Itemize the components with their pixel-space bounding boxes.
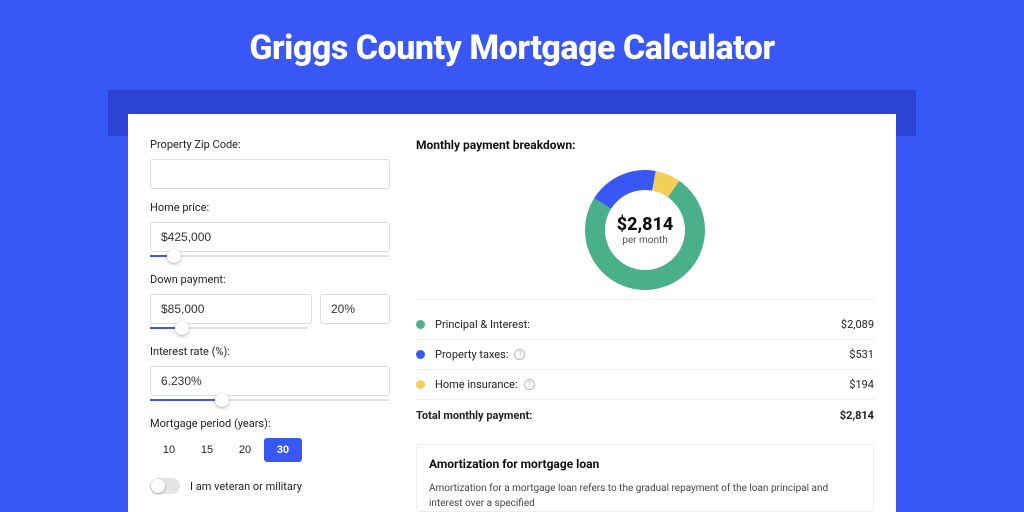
rate-input[interactable] bbox=[150, 366, 390, 396]
breakdown-column: Monthly payment breakdown: $2,814 per mo… bbox=[416, 138, 874, 512]
calculator-card: Property Zip Code: Home price: Down paym… bbox=[128, 114, 896, 512]
rate-field-group: Interest rate (%): bbox=[150, 345, 390, 405]
down-payment-slider[interactable] bbox=[150, 323, 308, 333]
total-value: $2,814 bbox=[840, 409, 874, 422]
down-payment-field-group: Down payment: bbox=[150, 273, 390, 333]
donut-amount: $2,814 bbox=[617, 214, 674, 235]
total-label: Total monthly payment: bbox=[416, 409, 532, 422]
breakdown-line-value: $2,089 bbox=[841, 318, 874, 331]
veteran-label: I am veteran or military bbox=[190, 480, 302, 493]
rate-label: Interest rate (%): bbox=[150, 345, 390, 358]
period-field-group: Mortgage period (years): 10152030 bbox=[150, 417, 390, 462]
slider-thumb-icon[interactable] bbox=[175, 321, 189, 335]
zip-label: Property Zip Code: bbox=[150, 138, 390, 151]
home-price-label: Home price: bbox=[150, 201, 390, 214]
legend-dot-icon bbox=[416, 380, 425, 389]
rate-slider[interactable] bbox=[150, 395, 390, 405]
breakdown-line-label: Home insurance: bbox=[435, 378, 518, 391]
zip-field-group: Property Zip Code: bbox=[150, 138, 390, 189]
period-button-30[interactable]: 30 bbox=[264, 438, 302, 462]
donut-chart: $2,814 per month bbox=[416, 160, 874, 300]
donut-sub: per month bbox=[622, 235, 668, 246]
breakdown-line: Property taxes:? $531 bbox=[416, 340, 874, 370]
period-button-20[interactable]: 20 bbox=[226, 438, 264, 462]
total-line: Total monthly payment: $2,814 bbox=[416, 400, 874, 430]
form-column: Property Zip Code: Home price: Down paym… bbox=[150, 138, 390, 512]
amortization-text: Amortization for a mortgage loan refers … bbox=[429, 481, 861, 511]
donut-ring: $2,814 per month bbox=[585, 170, 705, 290]
period-button-15[interactable]: 15 bbox=[188, 438, 226, 462]
breakdown-line-label: Property taxes: bbox=[435, 348, 508, 361]
donut-center: $2,814 per month bbox=[605, 190, 685, 270]
slider-thumb-icon[interactable] bbox=[215, 393, 229, 407]
amortization-box: Amortization for mortgage loan Amortizat… bbox=[416, 444, 874, 512]
breakdown-line-label: Principal & Interest: bbox=[435, 318, 530, 331]
slider-track bbox=[150, 255, 390, 257]
period-button-10[interactable]: 10 bbox=[150, 438, 188, 462]
period-label: Mortgage period (years): bbox=[150, 417, 390, 430]
home-price-input[interactable] bbox=[150, 222, 390, 252]
slider-thumb-icon[interactable] bbox=[167, 249, 181, 263]
legend-dot-icon bbox=[416, 320, 425, 329]
home-price-slider[interactable] bbox=[150, 251, 390, 261]
info-icon[interactable]: ? bbox=[514, 349, 525, 360]
veteran-toggle[interactable] bbox=[150, 478, 180, 494]
legend-dot-icon bbox=[416, 350, 425, 359]
breakdown-line: Principal & Interest: $2,089 bbox=[416, 310, 874, 340]
slider-fill bbox=[150, 399, 222, 401]
page-title: Griggs County Mortgage Calculator bbox=[0, 0, 1024, 90]
amortization-title: Amortization for mortgage loan bbox=[429, 457, 861, 471]
breakdown-line-value: $194 bbox=[849, 378, 874, 391]
breakdown-title: Monthly payment breakdown: bbox=[416, 138, 874, 152]
veteran-toggle-row: I am veteran or military bbox=[150, 478, 390, 494]
info-icon[interactable]: ? bbox=[524, 379, 535, 390]
toggle-knob-icon bbox=[151, 479, 165, 493]
down-payment-input[interactable] bbox=[150, 294, 312, 324]
zip-input[interactable] bbox=[150, 159, 390, 189]
breakdown-line: Home insurance:? $194 bbox=[416, 370, 874, 400]
breakdown-line-value: $531 bbox=[849, 348, 874, 361]
down-payment-label: Down payment: bbox=[150, 273, 390, 286]
home-price-field-group: Home price: bbox=[150, 201, 390, 261]
down-payment-pct-input[interactable] bbox=[320, 294, 390, 324]
